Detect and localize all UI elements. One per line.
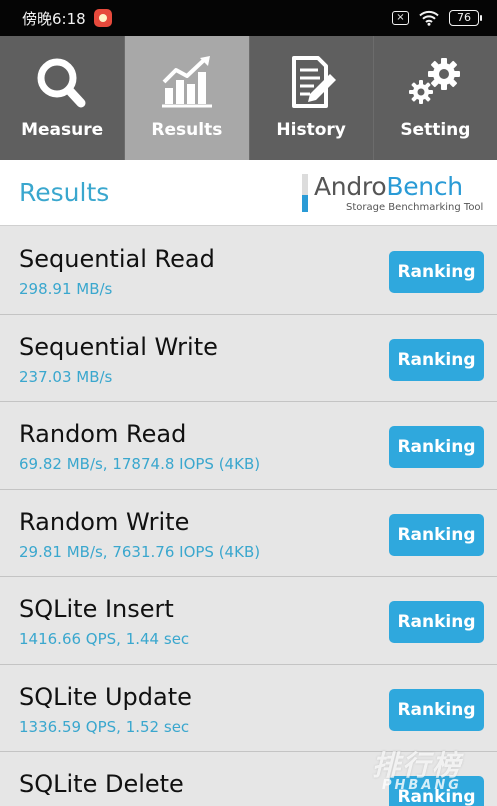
result-row-sequential-write: Sequential Write 237.03 MB/s Ranking bbox=[0, 314, 497, 402]
tab-history[interactable]: History bbox=[248, 36, 373, 160]
logo-name-andro: Andro bbox=[314, 172, 387, 201]
androbench-logo: AndroBench Storage Benchmarking Tool bbox=[302, 172, 484, 216]
logo-bar-mark bbox=[302, 174, 308, 212]
result-value: 298.91 MB/s bbox=[19, 280, 113, 298]
tab-setting[interactable]: Setting bbox=[372, 36, 497, 160]
page-title: Results bbox=[19, 178, 110, 207]
no-sim-icon: × bbox=[392, 11, 409, 25]
status-time: 傍晚6:18 bbox=[22, 9, 86, 28]
magnifier-icon bbox=[37, 58, 86, 108]
tab-results[interactable]: Results bbox=[124, 36, 249, 160]
ranking-button[interactable]: Ranking bbox=[389, 513, 484, 556]
tab-measure-label: Measure bbox=[21, 120, 104, 140]
status-left: 傍晚6:18 bbox=[22, 8, 112, 29]
ranking-button[interactable]: Ranking bbox=[389, 251, 484, 293]
ranking-button[interactable]: Ranking bbox=[389, 338, 484, 381]
result-name: Random Read bbox=[19, 420, 187, 448]
result-row-sqlite-insert: SQLite Insert 1416.66 QPS, 1.44 sec Rank… bbox=[0, 577, 497, 665]
tab-history-label: History bbox=[276, 120, 346, 140]
result-value: 237.03 MB/s bbox=[19, 367, 113, 386]
notification-app-icon bbox=[93, 9, 112, 27]
tab-measure[interactable]: Measure bbox=[0, 36, 124, 160]
ranking-button[interactable]: Ranking bbox=[389, 776, 484, 806]
result-row-sqlite-delete: SQLite Delete Ranking bbox=[0, 752, 497, 806]
result-value: 69.82 MB/s, 17874.8 IOPS (4KB) bbox=[19, 455, 261, 473]
result-row-sqlite-update: SQLite Update 1336.59 QPS, 1.52 sec Rank… bbox=[0, 664, 497, 752]
androbench-app: 傍晚6:18 × 76 Measure Results History Sett… bbox=[0, 0, 497, 806]
status-bar: 傍晚6:18 × 76 bbox=[0, 0, 497, 36]
ranking-button[interactable]: Ranking bbox=[389, 426, 484, 468]
result-name: Sequential Write bbox=[19, 332, 218, 361]
result-value: 1336.59 QPS, 1.52 sec bbox=[19, 717, 190, 736]
ranking-button[interactable]: Ranking bbox=[389, 688, 484, 731]
battery-indicator: 76 bbox=[449, 10, 482, 26]
ranking-button[interactable]: Ranking bbox=[389, 601, 484, 643]
logo-name: AndroBench bbox=[314, 172, 463, 201]
result-value: 1416.66 QPS, 1.44 sec bbox=[19, 630, 190, 648]
result-name: Sequential Read bbox=[19, 245, 215, 273]
logo-subtitle: Storage Benchmarking Tool bbox=[346, 202, 484, 213]
tab-setting-label: Setting bbox=[400, 120, 471, 140]
document-icon bbox=[292, 56, 337, 108]
main-tab-bar: Measure Results History Setting bbox=[0, 36, 497, 160]
result-row-random-write: Random Write 29.81 MB/s, 7631.76 IOPS (4… bbox=[0, 489, 497, 577]
result-value: 29.81 MB/s, 7631.76 IOPS (4KB) bbox=[19, 542, 261, 561]
results-header: Results AndroBench Storage Benchmarking … bbox=[0, 160, 497, 226]
result-name: SQLite Insert bbox=[19, 595, 174, 623]
result-row-random-read: Random Read 69.82 MB/s, 17874.8 IOPS (4K… bbox=[0, 402, 497, 490]
result-name: SQLite Update bbox=[19, 682, 192, 711]
status-right: × 76 bbox=[392, 10, 482, 26]
result-row-sequential-read: Sequential Read 298.91 MB/s Ranking bbox=[0, 227, 497, 315]
logo-name-bench: Bench bbox=[386, 172, 463, 201]
results-list: Sequential Read 298.91 MB/s Ranking Sequ… bbox=[0, 227, 497, 806]
tab-results-label: Results bbox=[151, 120, 223, 140]
result-name: Random Write bbox=[19, 507, 190, 536]
result-name: SQLite Delete bbox=[19, 770, 184, 798]
chart-icon bbox=[161, 56, 212, 108]
gears-icon bbox=[409, 58, 461, 104]
wifi-icon bbox=[419, 10, 439, 26]
